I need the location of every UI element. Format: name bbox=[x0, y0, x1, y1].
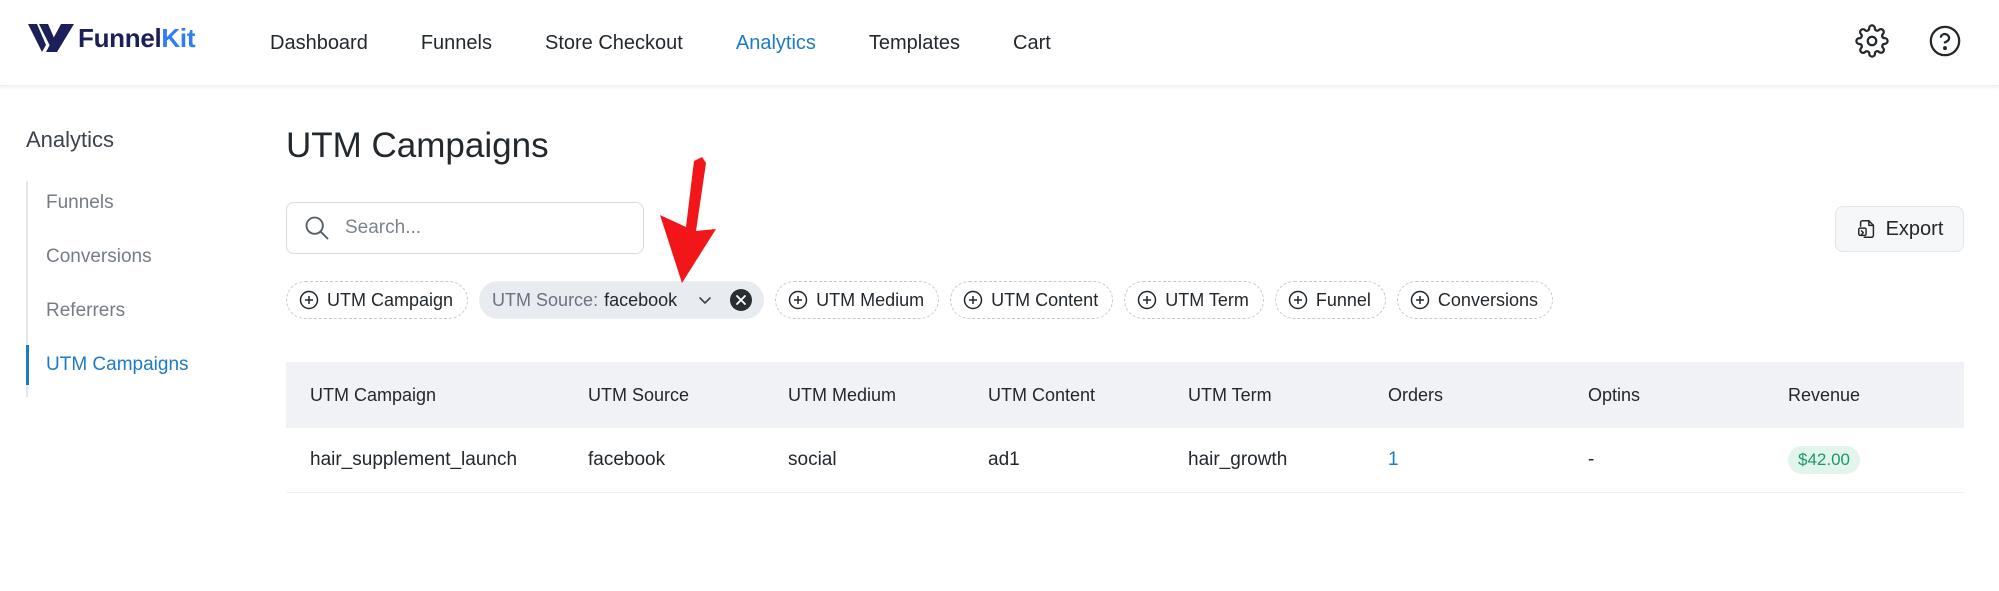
nav-analytics[interactable]: Analytics bbox=[736, 32, 816, 55]
plus-circle-icon bbox=[788, 290, 808, 310]
cell-optins: - bbox=[1588, 449, 1595, 470]
gear-icon[interactable] bbox=[1855, 24, 1889, 58]
filter-utm-source-selected[interactable]: UTM Source: facebook bbox=[479, 281, 765, 319]
sidebar-item-referrers[interactable]: Referrers bbox=[28, 289, 228, 343]
filter-utm-medium[interactable]: UTM Medium bbox=[775, 281, 940, 319]
sidebar-item-funnels[interactable]: Funnels bbox=[28, 181, 228, 235]
filter-bar: UTM Campaign UTM Source: facebook UTM Me… bbox=[286, 281, 1564, 319]
plus-circle-icon bbox=[1288, 290, 1308, 310]
main-nav: Dashboard Funnels Store Checkout Analyti… bbox=[270, 0, 1104, 86]
help-icon[interactable] bbox=[1928, 24, 1962, 58]
filter-label: UTM Content bbox=[991, 289, 1099, 310]
filter-label: UTM Campaign bbox=[327, 289, 454, 310]
utm-campaigns-table: UTM Campaign UTM Source UTM Medium UTM C… bbox=[286, 362, 1964, 493]
sidebar-item-utm-campaigns[interactable]: UTM Campaigns bbox=[26, 343, 228, 397]
export-file-icon bbox=[1857, 220, 1874, 238]
column-header-revenue[interactable]: Revenue bbox=[1764, 385, 1964, 406]
filter-label: Conversions bbox=[1437, 289, 1538, 310]
filter-label: UTM Term bbox=[1165, 289, 1249, 310]
cell-utm-content: ad1 bbox=[988, 449, 1020, 470]
logo-text: FunnelKit bbox=[78, 22, 196, 53]
table-header: UTM Campaign UTM Source UTM Medium UTM C… bbox=[286, 362, 1964, 428]
column-header-orders[interactable]: Orders bbox=[1364, 385, 1564, 406]
column-header-utm-campaign[interactable]: UTM Campaign bbox=[286, 385, 564, 406]
funnelkit-logo[interactable]: FunnelKit bbox=[26, 21, 195, 55]
page-title: UTM Campaigns bbox=[286, 126, 549, 165]
filter-utm-campaign[interactable]: UTM Campaign bbox=[286, 281, 469, 319]
table-row: hair_supplement_launch facebook social a… bbox=[286, 428, 1964, 493]
column-header-utm-content[interactable]: UTM Content bbox=[964, 385, 1164, 406]
top-navigation-bar: FunnelKit Dashboard Funnels Store Checko… bbox=[0, 0, 1999, 86]
filter-label: UTM Medium bbox=[816, 289, 925, 310]
column-header-optins[interactable]: Optins bbox=[1564, 385, 1764, 406]
cell-utm-medium: social bbox=[788, 449, 837, 470]
nav-templates[interactable]: Templates bbox=[869, 32, 960, 55]
filter-utm-content[interactable]: UTM Content bbox=[950, 281, 1114, 319]
column-header-utm-term[interactable]: UTM Term bbox=[1164, 385, 1364, 406]
export-label: Export bbox=[1885, 217, 1944, 240]
chevron-down-icon[interactable] bbox=[697, 292, 713, 308]
funnelkit-logo-icon bbox=[28, 24, 74, 52]
plus-circle-icon bbox=[1137, 290, 1157, 310]
column-header-utm-medium[interactable]: UTM Medium bbox=[764, 385, 964, 406]
filter-conversions[interactable]: Conversions bbox=[1396, 281, 1553, 319]
nav-cart[interactable]: Cart bbox=[1013, 32, 1051, 55]
cell-revenue: $42.00 bbox=[1764, 446, 1964, 474]
sidebar-nav: Funnels Conversions Referrers UTM Campai… bbox=[26, 181, 228, 397]
cell-utm-term: hair_growth bbox=[1188, 449, 1288, 470]
column-header-utm-source[interactable]: UTM Source bbox=[564, 385, 764, 406]
export-button[interactable]: Export bbox=[1835, 206, 1964, 252]
sidebar-title: Analytics bbox=[26, 127, 115, 152]
plus-circle-icon bbox=[1410, 290, 1430, 310]
cell-utm-source: facebook bbox=[588, 449, 666, 470]
plus-circle-icon bbox=[299, 290, 319, 310]
cell-orders: 1 bbox=[1364, 449, 1564, 471]
nav-dashboard[interactable]: Dashboard bbox=[270, 32, 368, 55]
filter-funnel[interactable]: Funnel bbox=[1274, 281, 1386, 319]
filter-utm-term[interactable]: UTM Term bbox=[1124, 281, 1264, 319]
search-input[interactable] bbox=[343, 216, 617, 240]
red-arrow-annotation-icon bbox=[660, 157, 716, 283]
nav-funnels[interactable]: Funnels bbox=[421, 32, 492, 55]
revenue-badge: $42.00 bbox=[1788, 446, 1860, 474]
clear-filter-icon[interactable] bbox=[729, 288, 753, 312]
filter-selected-label: UTM Source: bbox=[492, 289, 599, 310]
search-icon bbox=[305, 216, 329, 240]
search-box bbox=[286, 202, 644, 254]
plus-circle-icon bbox=[963, 290, 983, 310]
orders-link[interactable]: 1 bbox=[1388, 449, 1399, 470]
filter-label: Funnel bbox=[1315, 289, 1371, 310]
filter-selected-value: facebook bbox=[604, 289, 678, 310]
sidebar-item-conversions[interactable]: Conversions bbox=[28, 235, 228, 289]
nav-store-checkout[interactable]: Store Checkout bbox=[545, 32, 683, 55]
cell-utm-campaign: hair_supplement_launch bbox=[310, 449, 518, 470]
